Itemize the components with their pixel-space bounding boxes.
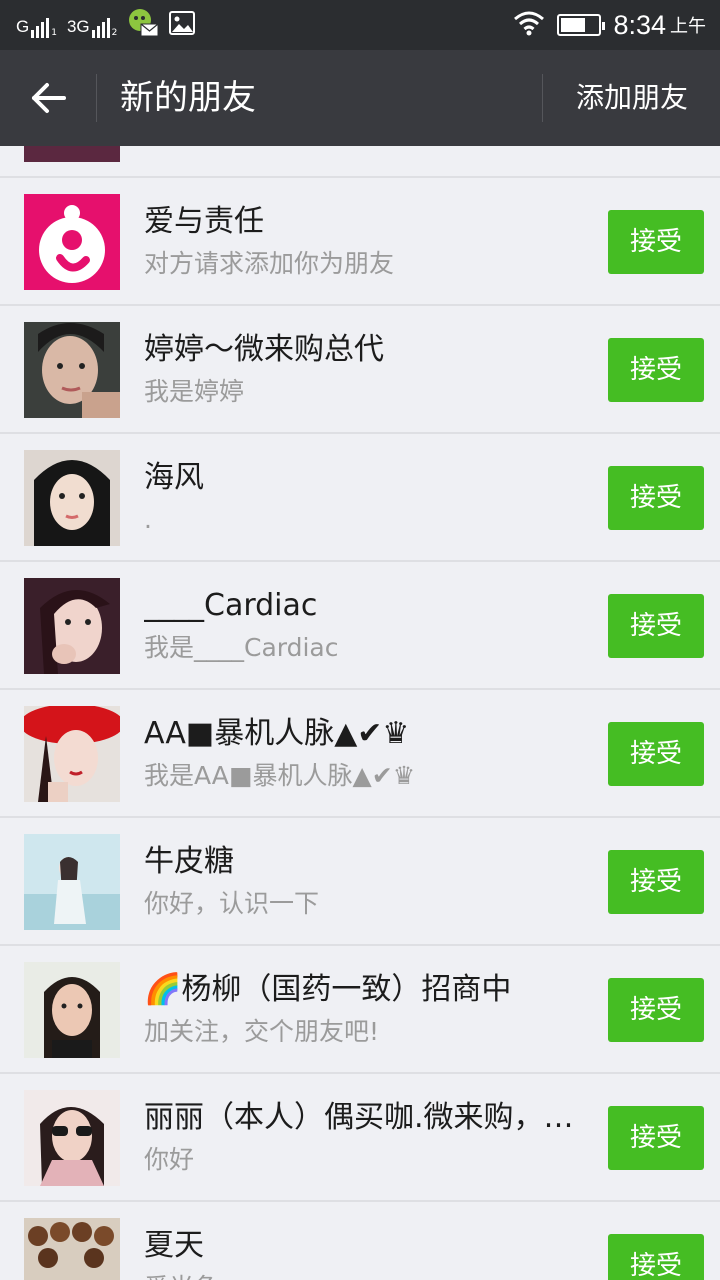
list-item[interactable] — [0, 146, 720, 178]
avatar — [24, 578, 120, 674]
status-bar: G 1 3G 2 8:34 上午 — [0, 0, 720, 50]
wifi-icon — [513, 10, 545, 40]
avatar — [24, 146, 120, 162]
list-item[interactable]: 爱与责任 对方请求添加你为朋友 接受 — [0, 178, 720, 306]
arrow-left-icon — [32, 83, 66, 113]
accept-button[interactable]: 接受 — [608, 210, 704, 274]
accept-button[interactable]: 接受 — [608, 978, 704, 1042]
request-message: 爱光争 — [144, 1270, 594, 1280]
accept-button[interactable]: 接受 — [608, 722, 704, 786]
signal-2-sub: 2 — [111, 28, 118, 38]
request-message: 我是____Cardiac — [144, 633, 339, 662]
request-name: 爱与责任 — [144, 204, 264, 239]
request-name: 🌈杨柳（国药一致）招商中 — [144, 972, 512, 1007]
request-name: 婷婷～微来购总代 — [144, 332, 384, 367]
request-name: 海风 — [144, 460, 204, 495]
request-message: 你好 — [144, 1145, 195, 1174]
accept-button[interactable]: 接受 — [608, 1234, 704, 1280]
accept-button[interactable]: 接受 — [608, 338, 704, 402]
accept-button[interactable]: 接受 — [608, 594, 704, 658]
list-item[interactable]: 海风 . 接受 — [0, 434, 720, 562]
add-friend-button[interactable]: 添加朋友 — [576, 80, 688, 116]
avatar — [24, 1218, 120, 1280]
request-name: 夏天 — [144, 1228, 204, 1263]
divider — [542, 74, 543, 122]
request-message: 你好，认识一下 — [144, 889, 320, 918]
list-item[interactable]: 🌈杨柳（国药一致）招商中 加关注，交个朋友吧! 接受 — [0, 946, 720, 1074]
list-item[interactable]: 夏天 爱光争 接受 — [0, 1202, 720, 1280]
accept-button[interactable]: 接受 — [608, 1106, 704, 1170]
title-bar: 新的朋友 添加朋友 — [0, 50, 720, 146]
avatar — [24, 962, 120, 1058]
signal-2-label: 3G — [66, 17, 90, 36]
image-icon — [169, 10, 196, 40]
back-button[interactable] — [22, 74, 76, 122]
list-item[interactable]: 牛皮糖 你好，认识一下 接受 — [0, 818, 720, 946]
avatar — [24, 450, 120, 546]
signal-1-label: G — [16, 17, 30, 36]
wechat-mail-icon — [127, 8, 159, 43]
divider — [96, 74, 97, 122]
page-title: 新的朋友 — [120, 78, 256, 118]
request-message: 对方请求添加你为朋友 — [144, 249, 395, 278]
accept-button[interactable]: 接受 — [608, 466, 704, 530]
request-message: . — [144, 505, 152, 534]
friend-request-list[interactable]: 爱与责任 对方请求添加你为朋友 接受 婷婷～微来购总代 我是婷婷 接受 海风 .… — [0, 146, 720, 1280]
battery-icon — [557, 14, 606, 36]
avatar — [24, 1090, 120, 1186]
request-message: 加关注，交个朋友吧! — [144, 1017, 380, 1046]
avatar — [24, 706, 120, 802]
signal-3g-icon: 3G 2 — [67, 12, 117, 38]
request-name: 牛皮糖 — [144, 844, 234, 879]
signal-icon: G 1 — [16, 12, 57, 38]
clock: 8:34 — [613, 9, 666, 40]
request-message: 我是AA■暴机人脉▲✔♛ — [144, 761, 416, 790]
request-name: ____Cardiac — [144, 588, 318, 623]
avatar — [24, 194, 120, 290]
list-item[interactable]: ____Cardiac 我是____Cardiac 接受 — [0, 562, 720, 690]
signal-1-sub: 1 — [51, 28, 57, 38]
avatar — [24, 322, 120, 418]
avatar — [24, 834, 120, 930]
request-message: 我是婷婷 — [144, 377, 245, 406]
accept-button[interactable]: 接受 — [608, 850, 704, 914]
list-item[interactable]: 婷婷～微来购总代 我是婷婷 接受 — [0, 306, 720, 434]
request-name: AA■暴机人脉▲✔♛ — [144, 716, 410, 751]
list-item[interactable]: 丽丽（本人）偶买咖.微来购，… 你好 接受 — [0, 1074, 720, 1202]
clock-ampm: 上午 — [670, 16, 706, 37]
request-name: 丽丽（本人）偶买咖.微来购，… — [144, 1100, 574, 1135]
list-item[interactable]: AA■暴机人脉▲✔♛ 我是AA■暴机人脉▲✔♛ 接受 — [0, 690, 720, 818]
